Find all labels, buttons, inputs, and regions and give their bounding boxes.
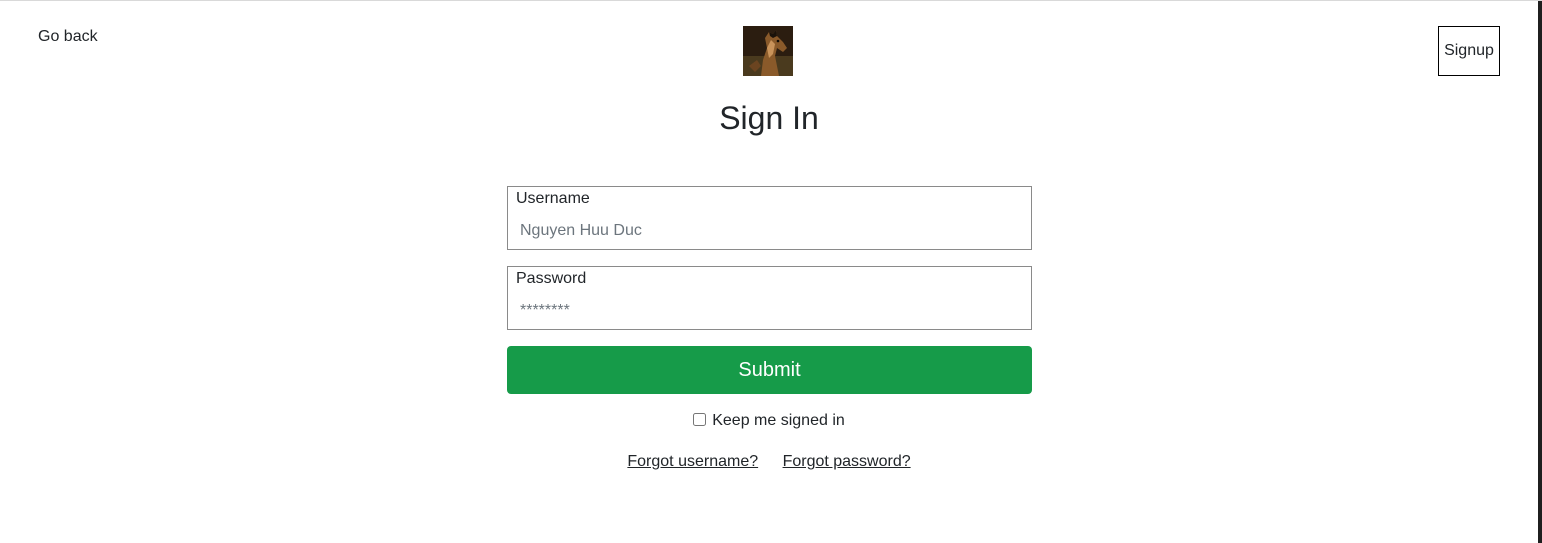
forgot-username-link[interactable]: Forgot username?	[627, 453, 758, 470]
password-label: Password	[516, 270, 587, 287]
go-back-link[interactable]: Go back	[38, 28, 98, 46]
signup-button[interactable]: Signup	[1438, 26, 1500, 76]
page-title: Sign In	[719, 100, 819, 136]
recovery-links: Forgot username? Forgot password?	[0, 453, 1538, 471]
username-label: Username	[516, 190, 590, 207]
keep-signed-in-checkbox[interactable]	[693, 413, 707, 426]
submit-button[interactable]: Submit	[507, 346, 1032, 394]
signin-page: Go back Signup Sign In Username Password…	[0, 0, 1542, 543]
window-edge	[1538, 1, 1542, 543]
username-input[interactable]	[512, 219, 1028, 243]
username-field[interactable]: Username	[507, 186, 1032, 250]
password-field[interactable]: Password	[507, 266, 1032, 330]
keep-signed-in-label[interactable]: Keep me signed in	[712, 412, 845, 429]
password-input[interactable]	[512, 299, 1028, 323]
keep-signed-in-row: Keep me signed in	[0, 412, 1538, 430]
forgot-password-link[interactable]: Forgot password?	[783, 453, 911, 470]
horse-avatar-icon	[743, 26, 793, 76]
